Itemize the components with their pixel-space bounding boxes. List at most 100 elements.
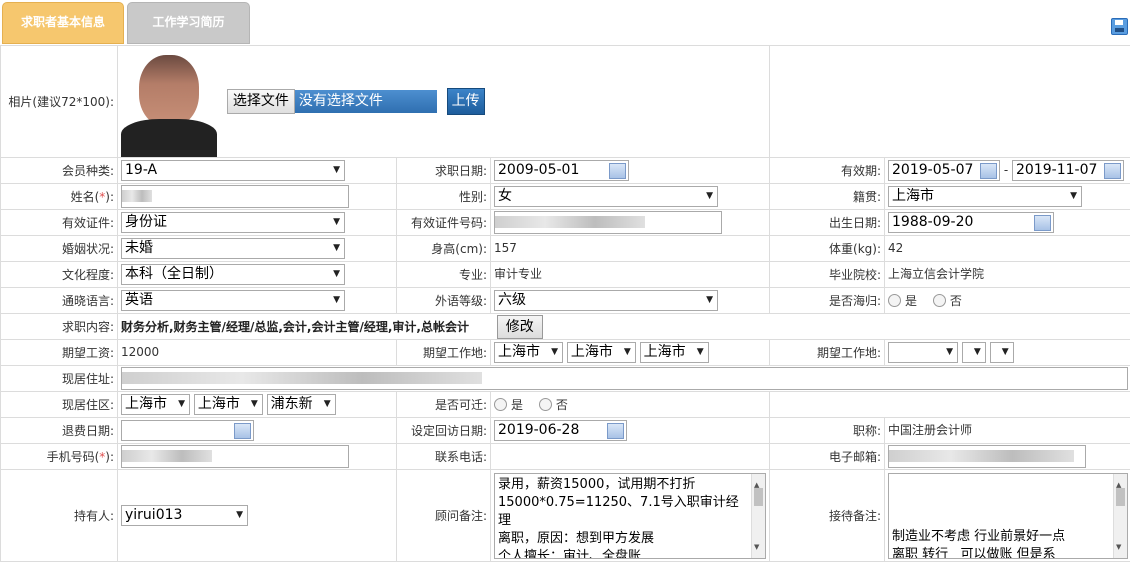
address-input[interactable] (121, 367, 1128, 390)
tab-work-history[interactable]: 工作学习简历 (127, 2, 250, 44)
save-icon[interactable] (1111, 18, 1128, 35)
id-type-select[interactable]: 身份证 (121, 212, 345, 233)
birth-date-field[interactable]: 1988-09-20 (888, 212, 1055, 233)
mobile-input[interactable] (121, 445, 349, 468)
valid-to-field[interactable]: 2019-11-07 (1012, 160, 1125, 181)
id-number-input[interactable] (494, 211, 722, 234)
name-input[interactable] (121, 185, 349, 208)
education-select[interactable]: 本科（全日制） (121, 264, 345, 285)
tab-bar: 求职者基本信息 工作学习简历 (0, 0, 1130, 46)
reception-note-label: 接待备注: (769, 469, 886, 562)
email-input[interactable] (888, 445, 1087, 468)
expected-location-district-select[interactable]: 上海市 (639, 342, 709, 363)
language-select[interactable]: 英语 (121, 290, 345, 311)
address-label: 现居住址: (0, 365, 118, 392)
phone-label: 联系电话: (396, 443, 491, 470)
visit-date-field[interactable]: 2019-06-28 (494, 420, 627, 441)
language-level-select[interactable]: 六级 (494, 290, 718, 311)
marital-select[interactable]: 未婚 (121, 238, 345, 259)
tab-basic-info[interactable]: 求职者基本信息 (2, 2, 124, 44)
valid-period-label: 有效期: (769, 157, 886, 184)
modify-button[interactable]: 修改 (496, 314, 543, 339)
phone-input[interactable] (494, 445, 720, 466)
major-input[interactable]: 审计专业 (494, 265, 720, 284)
choose-file-button[interactable]: 选择文件 (226, 89, 295, 114)
overseas-no-radio[interactable] (932, 294, 946, 307)
refund-date-field[interactable] (121, 420, 254, 441)
overseas-yes-radio[interactable] (888, 294, 902, 307)
district-label: 现居住区: (0, 391, 118, 418)
gender-label: 性别: (396, 183, 491, 210)
district-city-select[interactable]: 上海市 (193, 394, 263, 415)
expected-location2-label: 期望工作地: (769, 339, 886, 366)
native-place-select[interactable]: 上海市 (888, 186, 1083, 207)
height-label: 身高(cm): (396, 235, 491, 262)
salary-input[interactable]: 12000 (121, 343, 347, 362)
birth-date-label: 出生日期: (769, 209, 886, 236)
overseas-label: 是否海归: (769, 287, 886, 314)
member-type-label: 会员种类: (0, 157, 118, 184)
reception-note-textarea[interactable]: 制造业不考虑 行业前景好一点 离职 转行 可以做账 但是系 ▲ ▼ (888, 473, 1129, 559)
expected-location2-province-select[interactable] (888, 342, 959, 363)
candidate-form: 相片(建议72*100): 选择文件没有选择文件 上传 会员种类: 19-A 求… (0, 45, 1130, 562)
apply-date-field[interactable]: 2009-05-01 (494, 160, 629, 181)
valid-from-field[interactable]: 2019-05-07 (888, 160, 1001, 181)
gender-select[interactable]: 女 (494, 186, 718, 207)
advisor-note-textarea[interactable]: 录用，薪资15000，试用期不打折15000*0.75=11250、7.1号入职… (494, 473, 766, 559)
calendar-icon[interactable] (607, 423, 624, 439)
id-type-label: 有效证件: (0, 209, 118, 236)
job-content-text: 财务分析,财务主管/经理/总监,会计,会计主管/经理,审计,总帐会计 (121, 319, 469, 334)
expected-location2-city-select[interactable] (961, 342, 986, 363)
expected-location-city-select[interactable]: 上海市 (566, 342, 636, 363)
advisor-note-label: 顾问备注: (396, 469, 491, 562)
job-content-label: 求职内容: (0, 313, 118, 340)
education-label: 文化程度: (0, 261, 118, 288)
calendar-icon[interactable] (1034, 215, 1052, 231)
relocate-no-label: 否 (555, 398, 568, 412)
calendar-icon[interactable] (609, 163, 626, 179)
id-number-label: 有效证件号码: (396, 209, 491, 236)
refund-date-label: 退费日期: (0, 417, 118, 444)
calendar-icon[interactable] (1104, 163, 1122, 179)
district-province-select[interactable]: 上海市 (121, 394, 190, 415)
name-label: 姓名(*): (0, 183, 118, 210)
calendar-icon[interactable] (234, 423, 251, 439)
language-level-label: 外语等级: (396, 287, 491, 314)
title-input[interactable]: 中国注册会计师 (888, 421, 1084, 440)
member-type-select[interactable]: 19-A (121, 160, 345, 181)
photo-thumbnail (121, 46, 217, 157)
expected-location2-district-select[interactable] (989, 342, 1014, 363)
calendar-icon[interactable] (980, 163, 998, 179)
native-label: 籍贯: (769, 183, 886, 210)
expected-location-label: 期望工作地: (396, 339, 491, 366)
overseas-yes-label: 是 (905, 294, 918, 308)
visit-date-label: 设定回访日期: (396, 417, 491, 444)
school-label: 毕业院校: (769, 261, 886, 288)
relocate-yes-radio[interactable] (494, 398, 507, 411)
height-input[interactable]: 157 (494, 239, 720, 258)
title-label: 职称: (769, 417, 886, 444)
reception-note-scrollbar[interactable]: ▲ ▼ (1113, 474, 1128, 558)
holder-label: 持有人: (0, 469, 118, 562)
mobile-label: 手机号码(*): (0, 443, 118, 470)
major-label: 专业: (396, 261, 491, 288)
upload-button[interactable]: 上传 (446, 88, 485, 115)
overseas-no-label: 否 (949, 294, 962, 308)
language-label: 通晓语言: (0, 287, 118, 314)
photo-label: 相片(建议72*100): (0, 45, 118, 158)
apply-date-label: 求职日期: (396, 157, 491, 184)
marital-label: 婚姻状况: (0, 235, 118, 262)
weight-input[interactable]: 42 (888, 239, 1084, 258)
school-input[interactable]: 上海立信会计学院 (888, 265, 1084, 284)
date-range-dash: - (1003, 163, 1009, 177)
file-name-display: 没有选择文件 (294, 90, 437, 113)
weight-label: 体重(kg): (769, 235, 886, 262)
holder-select[interactable]: yirui013 (121, 505, 248, 526)
relocate-no-radio[interactable] (538, 398, 552, 411)
expected-location-province-select[interactable]: 上海市 (494, 342, 563, 363)
email-label: 电子邮箱: (769, 443, 886, 470)
salary-label: 期望工资: (0, 339, 118, 366)
advisor-note-scrollbar[interactable]: ▲ ▼ (751, 474, 765, 558)
district-area-select[interactable]: 浦东新 (266, 394, 336, 415)
relocate-label: 是否可迁: (396, 391, 491, 418)
